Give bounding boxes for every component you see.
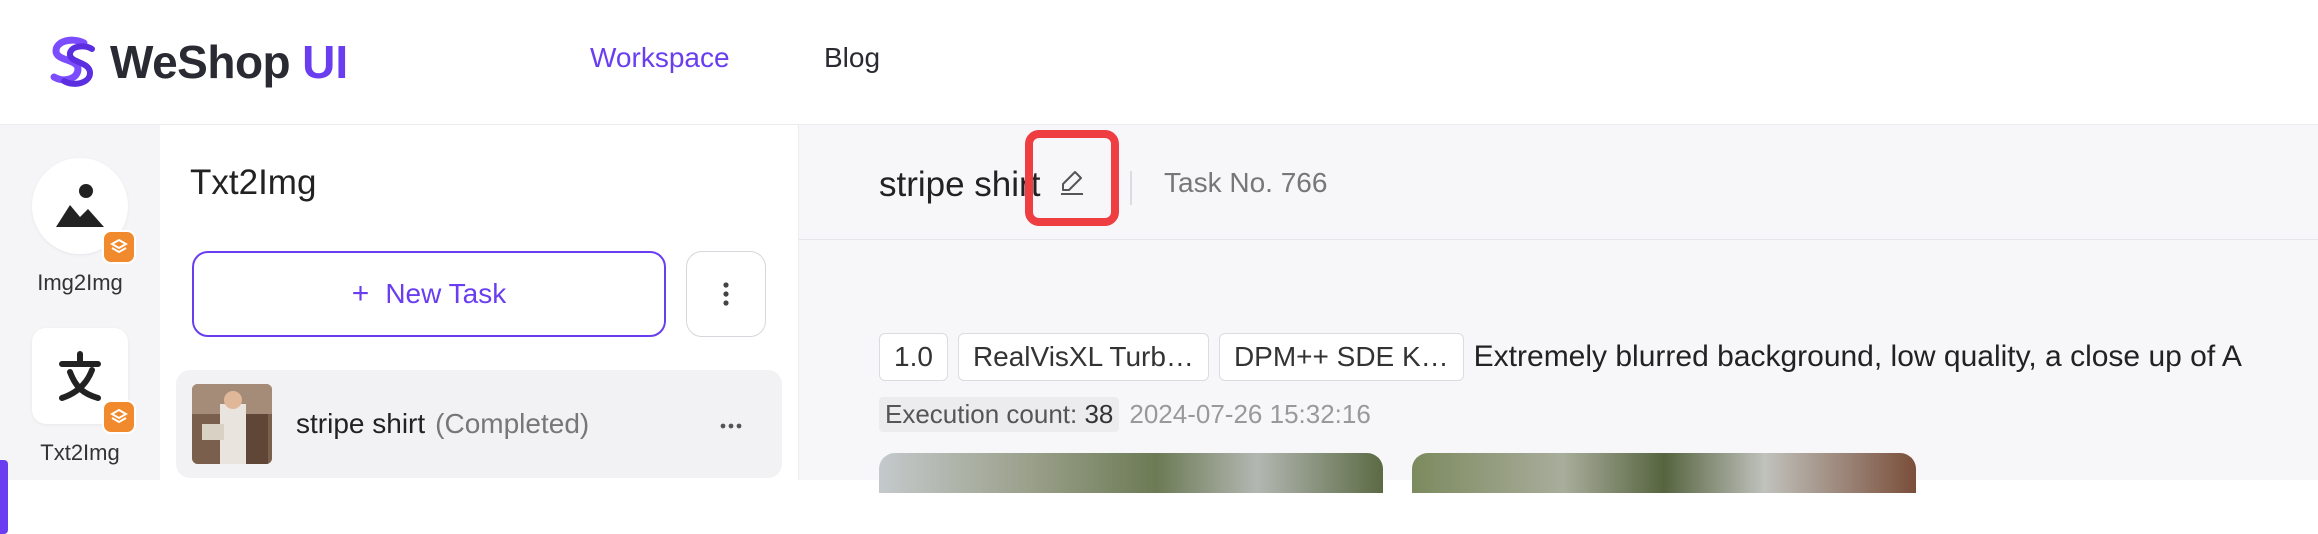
execution-timestamp: 2024-07-26 15:32:16 [1129,399,1371,429]
panel-title: Txt2Img [190,163,317,202]
app-rail: Img2Img Txt2Img [0,125,160,534]
plus-icon: + [351,277,370,310]
nav-workspace-link[interactable]: Workspace [590,42,730,74]
task-thumbnail [192,384,272,464]
param-tag-model: RealVisXL Turb… [957,333,1209,381]
brand-logo[interactable]: WeShop UI [44,32,348,92]
task-item-more-icon[interactable] [720,404,742,436]
result-image[interactable] [1412,453,1916,493]
execution-meta: Execution count: 38 2024-07-26 15:32:16 [879,397,1371,432]
task-item-name: stripe shirt [296,408,426,439]
edit-highlight-box [1025,130,1119,226]
task-title: stripe shirt [879,165,1041,204]
execution-count-badge: Execution count: 38 [879,397,1120,432]
rail-label-img2img: Img2Img [37,270,123,295]
weshop-logo-icon [50,36,95,87]
execution-count-label: Execution count: [885,399,1078,429]
execution-count-value: 38 [1084,399,1114,429]
rail-active-indicator [0,460,8,534]
rail-item-img2img[interactable]: Img2Img [32,158,136,296]
img2img-icon-container [32,158,136,264]
image-icon [56,184,104,227]
param-tag-version: 1.0 [879,333,948,381]
layers-badge-icon [102,400,136,434]
text-translate-icon [59,351,101,401]
rail-item-txt2img[interactable]: Txt2Img [32,328,136,466]
main-content: stripe shirt Task No. 766 1.0 RealVisXL … [799,125,2318,493]
panel-more-options-button[interactable] [686,251,766,337]
rail-label-txt2img: Txt2Img [40,440,120,465]
task-list-item[interactable]: stripe shirt (Completed) [176,370,782,478]
vertical-dots-icon [723,282,729,306]
top-navigation-bar: WeShop UI Workspace Blog [0,0,2318,125]
task-panel: Txt2Img + New Task stripe shirt (Complete… [160,125,799,480]
main-header: stripe shirt Task No. 766 [799,125,2318,240]
task-number: Task No. 766 [1164,167,1328,198]
result-image[interactable] [879,453,1383,493]
header-divider [1130,171,1132,205]
brand-name: WeShop [110,36,291,88]
prompt-text: Extremely blurred background, low qualit… [1473,340,2242,373]
nav-blog-link[interactable]: Blog [824,42,880,74]
txt2img-icon-container [32,328,136,434]
param-tag-sampler: DPM++ SDE K… [1218,333,1464,381]
new-task-label: New Task [385,278,507,309]
task-item-status: (Completed) [435,408,590,439]
brand-accent: UI [302,36,349,88]
new-task-button[interactable]: + New Task [192,251,666,337]
generation-params: 1.0 RealVisXL Turb… DPM++ SDE K… Extreme… [879,333,2242,381]
task-item-label: stripe shirt (Completed) [296,408,589,440]
layers-badge-icon [102,230,136,264]
